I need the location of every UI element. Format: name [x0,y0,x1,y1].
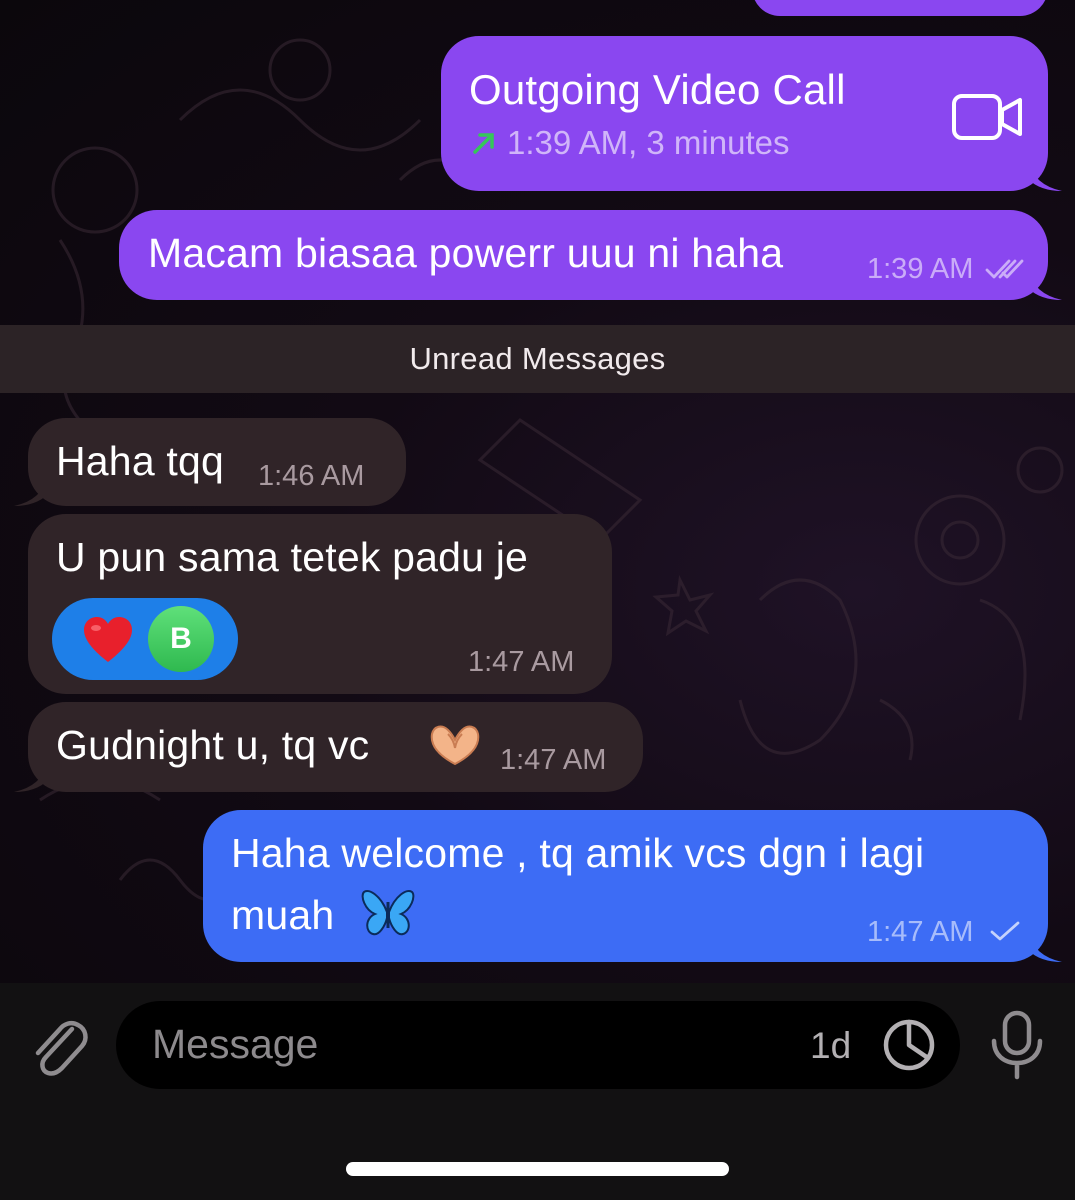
previous-message-bubble[interactable] [752,0,1048,16]
message-time: 1:47 AM [500,744,607,776]
outgoing-call-arrow-icon [473,133,494,154]
timer-icon[interactable] [882,1018,936,1072]
bubble-tail [14,762,48,792]
message-text: Haha tqq [56,438,225,484]
call-detail: 1:39 AM, 3 minutes [507,124,790,161]
bubble-tail [1028,161,1062,191]
avatar: B [148,606,214,672]
home-indicator [346,1162,729,1176]
message-time: 1:46 AM [258,460,365,492]
double-check-icon [985,259,1024,279]
self-destruct-timer-label: 1d [810,1025,852,1066]
message-time: 1:47 AM [468,646,575,678]
reaction-pill[interactable]: B [52,598,238,680]
unread-messages-divider: Unread Messages [0,325,1075,393]
paperclip-icon[interactable] [28,1011,90,1081]
message-bubble-incoming[interactable]: Gudnight u, tq vc 1:47 AM [14,702,643,792]
single-check-icon [990,921,1020,941]
composer-bar: Message 1d [0,983,1075,1200]
bubble-tail [14,476,48,506]
message-input[interactable]: Message 1d [116,1001,960,1089]
message-text: Macam biasaa powerr uuu ni haha [148,230,784,276]
message-time: 1:47 AM [867,916,974,948]
message-input-placeholder: Message [152,1021,319,1067]
message-time: 1:39 AM [867,253,974,285]
bubble-tail [1028,270,1062,300]
outgoing-video-call-bubble[interactable]: Outgoing Video Call 1:39 AM, 3 minutes [441,36,1062,191]
heart-hands-emoji-icon [430,725,480,766]
butterfly-emoji-icon [361,890,415,936]
message-bubble-incoming[interactable]: Haha tqq 1:46 AM [14,418,406,506]
video-camera-icon[interactable] [952,92,1024,142]
message-text-line1: Haha welcome , tq amik vcs dgn i lagi [231,830,925,876]
message-text: Gudnight u, tq vc [56,722,370,768]
bubble-tail [1028,932,1062,962]
red-heart-icon [84,617,132,662]
chat-area[interactable]: Outgoing Video Call 1:39 AM, 3 minutes M… [0,0,1075,983]
message-bubble-outgoing[interactable]: Macam biasaa powerr uuu ni haha 1:39 AM [119,210,1062,300]
message-bubble-outgoing-highlighted[interactable]: Haha welcome , tq amik vcs dgn i lagi mu… [203,810,1062,962]
call-title: Outgoing Video Call [469,66,846,113]
microphone-icon[interactable] [988,1009,1046,1081]
message-text: U pun sama tetek padu je [56,534,529,580]
message-text-line2: muah [231,892,335,938]
